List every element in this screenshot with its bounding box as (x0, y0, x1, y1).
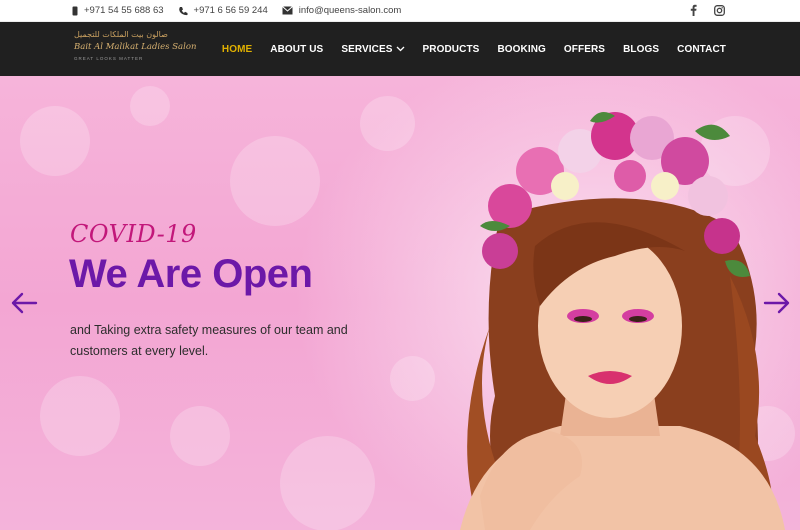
bokeh-decoration (230, 136, 320, 226)
top-contact-bar: +971 54 55 688 63 +971 6 56 59 244 info@… (0, 0, 800, 22)
nav-item-about-us[interactable]: ABOUT US (270, 44, 323, 55)
nav-item-blogs[interactable]: BLOGS (623, 44, 659, 55)
hero-model-image (460, 112, 785, 530)
nav-item-booking[interactable]: BOOKING (497, 44, 545, 55)
hero-kicker: COVID-19 (70, 220, 197, 248)
nav-item-label: CONTACT (677, 43, 726, 55)
bokeh-decoration (20, 106, 90, 176)
nav-item-contact[interactable]: CONTACT (677, 44, 726, 55)
arrow-left-icon (11, 292, 38, 314)
nav-item-offers[interactable]: OFFERS (564, 44, 605, 55)
hero-slider: COVID-19 We Are Open and Taking extra sa… (0, 76, 800, 530)
logo-arabic-name: صالون بيت الملكات للتجميل (74, 30, 168, 39)
bokeh-decoration (170, 406, 230, 466)
nav-item-label: HOME (221, 43, 253, 55)
facebook-icon[interactable] (686, 3, 700, 17)
logo-wordmark: صالون بيت الملكات للتجميل Bait Al Malika… (74, 30, 196, 72)
bokeh-decoration (390, 356, 435, 401)
phone-1-contact[interactable]: +971 54 55 688 63 (72, 5, 164, 16)
chevron-down-icon (396, 46, 404, 52)
hero-description: and Taking extra safety measures of our … (70, 323, 348, 358)
nav-item-home[interactable]: HOME (222, 44, 252, 55)
hero-headline: We Are Open (69, 252, 313, 296)
phone-2-text: +971 6 56 59 244 (193, 5, 268, 16)
email-contact[interactable]: info@queens-salon.com (281, 5, 402, 16)
phone-handset-icon (178, 6, 188, 15)
nav-item-label: PRODUCTS (422, 43, 480, 55)
social-links (686, 3, 726, 17)
logo-english-name: Bait Al Malikat Ladies Salon (74, 42, 197, 52)
bokeh-decoration (360, 96, 415, 151)
instagram-icon[interactable] (712, 3, 726, 17)
main-navigation-bar: صالون بيت الملكات للتجميل Bait Al Malika… (0, 22, 800, 76)
nav-item-services[interactable]: SERVICES (341, 44, 404, 55)
arrow-right-icon (763, 292, 790, 314)
mobile-phone-icon (72, 6, 78, 15)
nav-item-products[interactable]: PRODUCTS (423, 44, 480, 55)
bokeh-decoration (130, 86, 170, 126)
phone-1-text: +971 54 55 688 63 (84, 5, 164, 16)
slider-next-button[interactable] (763, 291, 791, 315)
nav-item-label: BOOKING (497, 43, 546, 55)
nav-menu: HOME ABOUT US SERVICES PRODUCTS BOOKING … (222, 22, 726, 76)
bokeh-decoration (40, 376, 120, 456)
envelope-icon (281, 6, 293, 15)
nav-item-label: ABOUT US (270, 43, 324, 55)
nav-item-label: BLOGS (623, 43, 660, 55)
phone-2-contact[interactable]: +971 6 56 59 244 (178, 5, 268, 16)
bokeh-decoration (280, 436, 375, 530)
nav-item-label: SERVICES (341, 43, 393, 55)
salon-logo[interactable]: صالون بيت الملكات للتجميل Bait Al Malika… (70, 28, 196, 72)
email-text: info@queens-salon.com (298, 5, 402, 16)
logo-tagline: GREAT LOOKS MATTER (74, 56, 144, 61)
slider-prev-button[interactable] (10, 291, 38, 315)
nav-item-label: OFFERS (563, 43, 606, 55)
